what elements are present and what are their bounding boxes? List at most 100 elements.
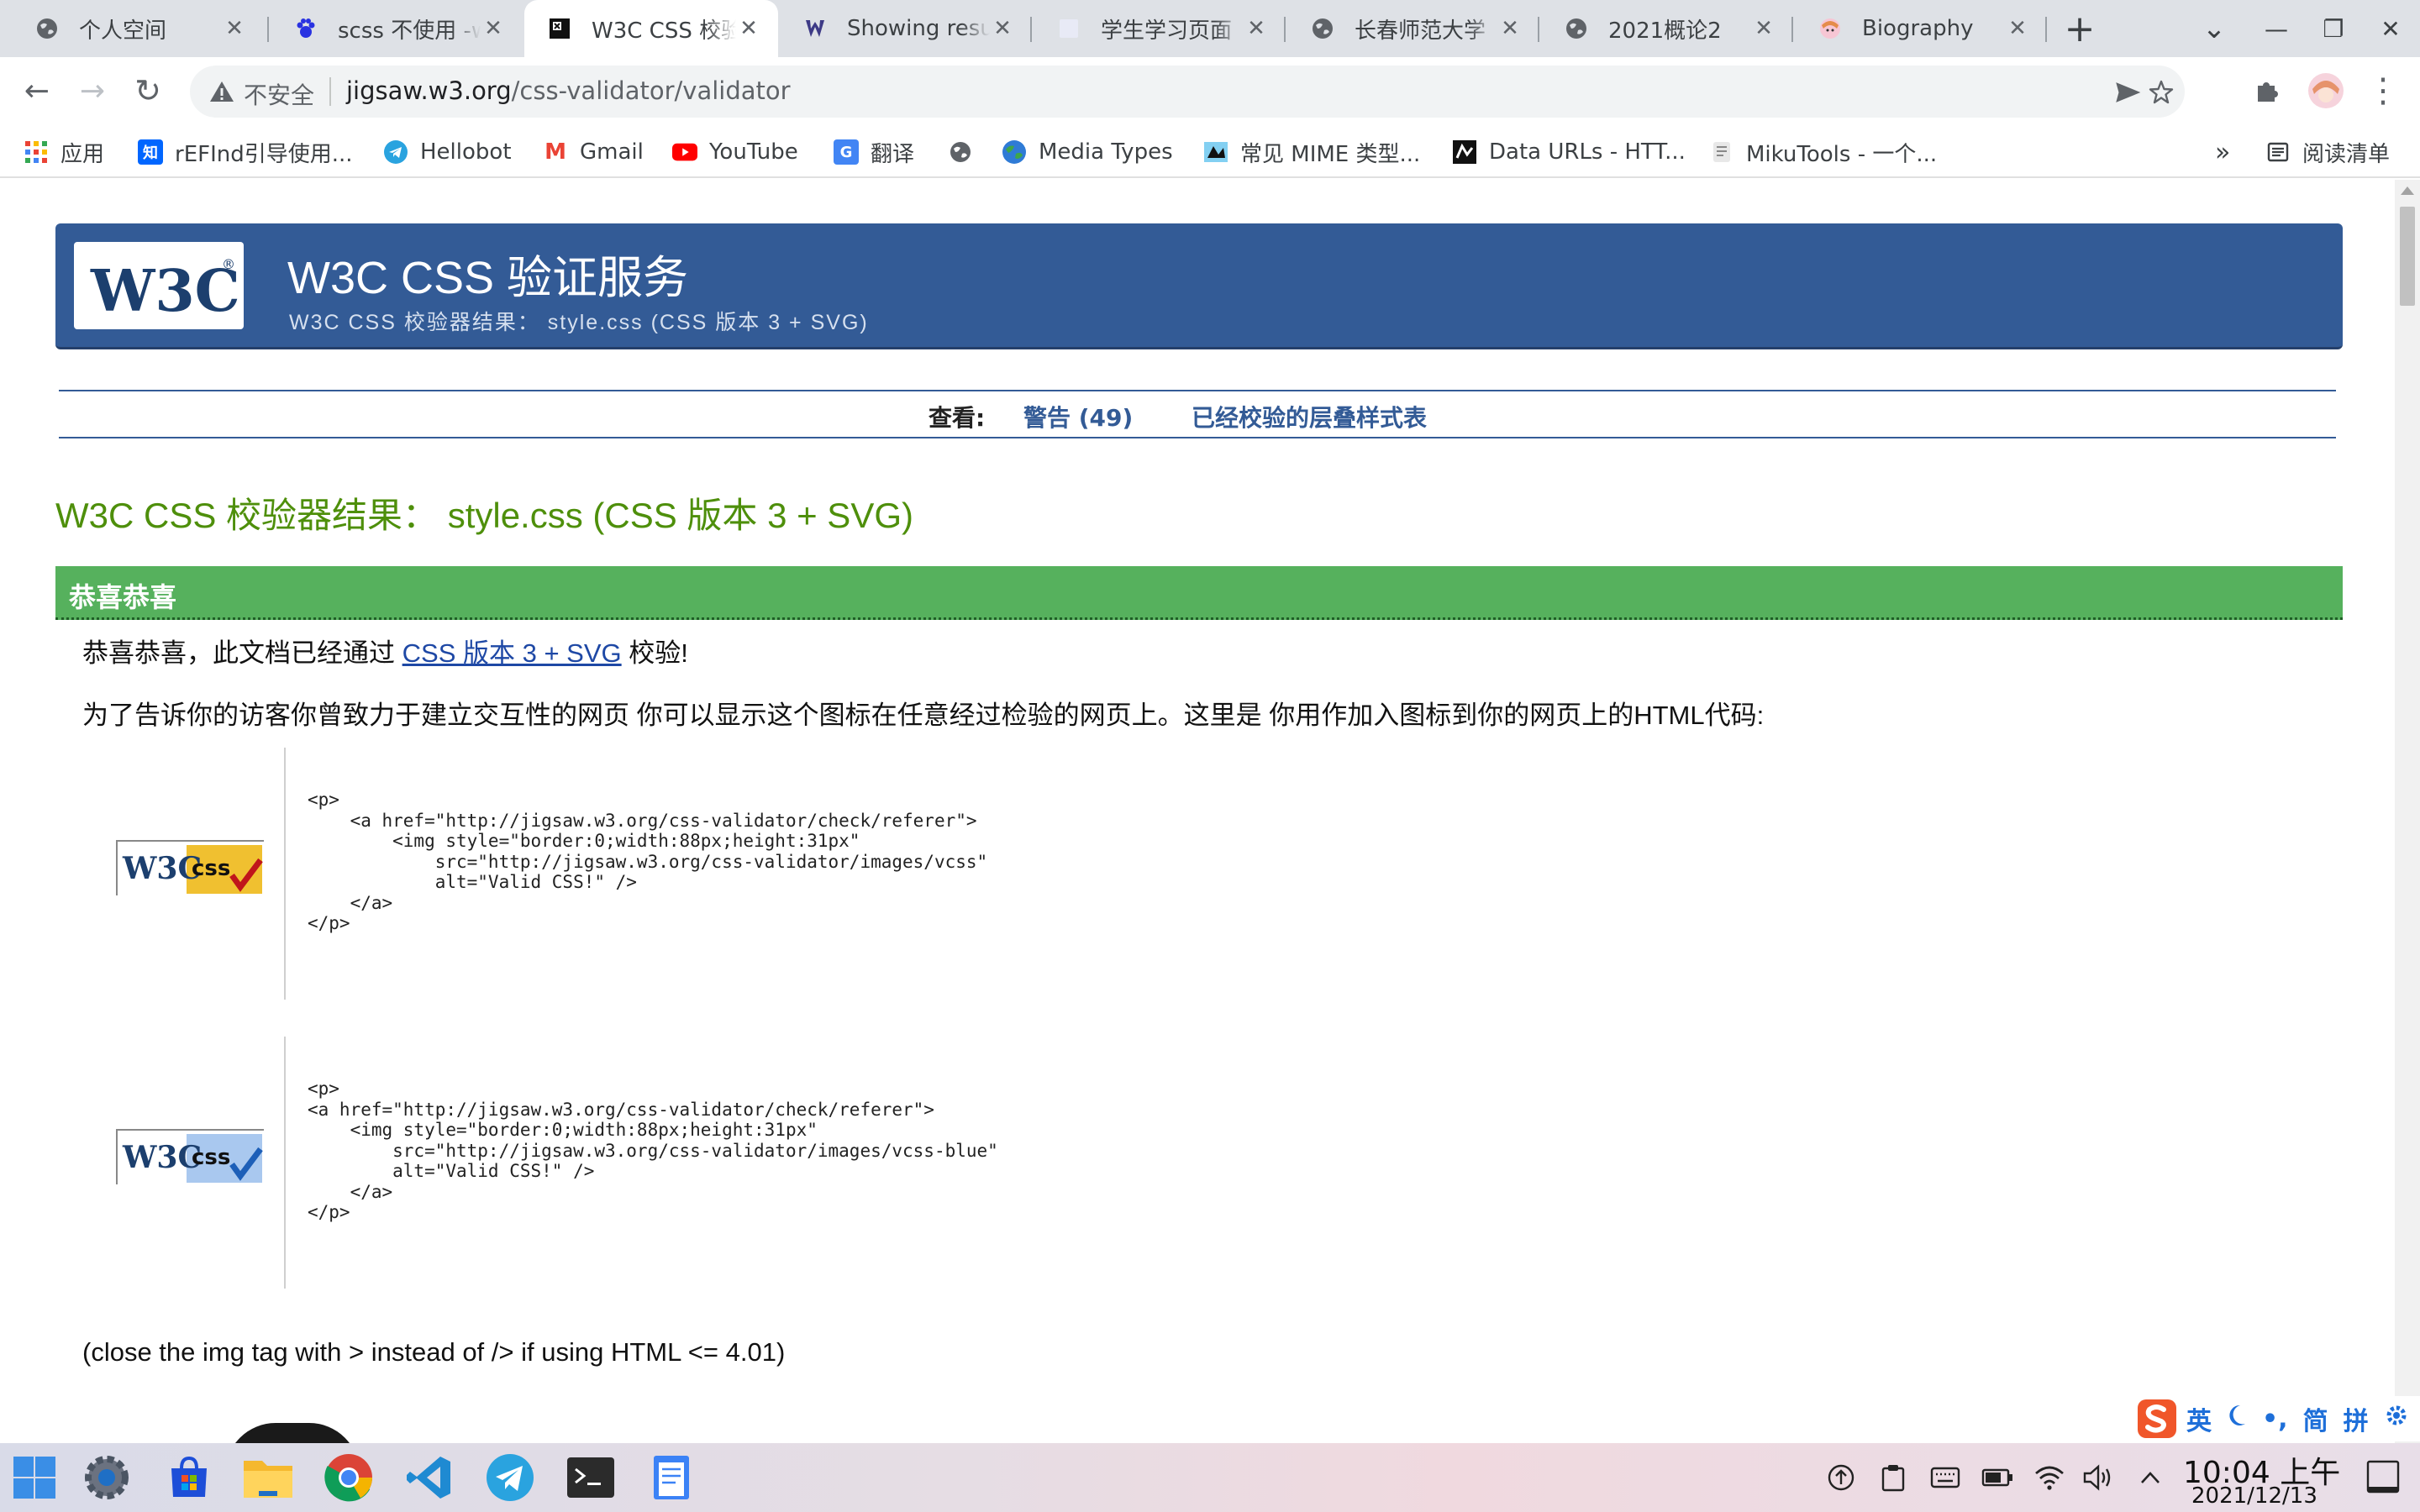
chrome-menu-button[interactable]: ⋮ — [2363, 71, 2403, 111]
tab-separator — [267, 17, 269, 42]
extensions-puzzle-icon[interactable] — [2247, 71, 2287, 111]
reading-list-button[interactable]: 阅读清单 — [2265, 136, 2390, 168]
warnings-link[interactable]: 警告 (49) — [1023, 400, 1133, 433]
restore-button[interactable]: ❐ — [2306, 0, 2361, 57]
ime-toolbar[interactable]: 英 •, 简 拼 — [2136, 1396, 2420, 1441]
browser-toolbar: ← → ↻ 不安全 jigsaw.w3.org/css-validator/va… — [0, 57, 2420, 126]
w3c-logo-registered: ® — [222, 256, 235, 272]
keyboard-icon[interactable] — [1929, 1462, 1961, 1494]
insecure-label[interactable]: 不安全 — [244, 77, 314, 111]
validated-css-link[interactable]: 已经校验的层叠样式表 — [1192, 400, 1427, 433]
reading-list-label: 阅读清单 — [2302, 141, 2391, 167]
bookmark-label: 翻译 — [871, 141, 915, 167]
url-text[interactable]: jigsaw.w3.org/css-validator/validator — [346, 76, 791, 105]
battery-icon[interactable] — [1981, 1462, 2013, 1494]
scrollbar-thumb[interactable] — [2400, 207, 2415, 306]
bookmark-gmail[interactable]: M Gmail — [543, 136, 644, 168]
bookmark-mime[interactable]: 常见 MIME 类型... — [1203, 136, 1420, 168]
back-button[interactable]: ← — [17, 71, 57, 111]
tab-1[interactable]: scss 不使用 -w ✕ — [271, 0, 523, 57]
bookmark-youtube[interactable]: YouTube — [672, 136, 798, 168]
moon-icon[interactable] — [2227, 1404, 2247, 1434]
bookmark-label: Data URLs - HTT... — [1489, 139, 1686, 165]
close-icon[interactable]: ✕ — [1751, 16, 1776, 41]
gear-icon[interactable] — [2384, 1403, 2409, 1435]
tab-3[interactable]: Showing resu ✕ — [780, 0, 1032, 57]
ime-simplified[interactable]: 简 — [2303, 1400, 2328, 1437]
tab-6[interactable]: 2021概论2 ✕ — [1541, 0, 1793, 57]
bookmark-media-types[interactable]: Media Types — [1002, 136, 1173, 168]
update-arrow-icon[interactable] — [1825, 1462, 1857, 1494]
forward-button[interactable]: → — [72, 71, 113, 111]
tab-2-active[interactable]: W3C CSS 校验 ✕ — [524, 0, 778, 57]
badge-snippet-gold: W3C css <p> <a href="http://jigsaw.w3.or… — [82, 748, 1595, 1000]
close-icon[interactable]: ✕ — [481, 16, 506, 41]
congrats-text-before: 恭喜恭喜，此文档已经通过 — [82, 638, 402, 668]
ime-language[interactable]: 英 — [2186, 1400, 2212, 1437]
warning-triangle-icon[interactable] — [208, 78, 235, 105]
valid-css-badge-gold[interactable]: W3C css — [116, 840, 266, 897]
bookmark-apps[interactable]: 应用 — [24, 136, 104, 168]
wifi-icon[interactable] — [2033, 1462, 2065, 1494]
bookmark-globe[interactable] — [948, 136, 985, 168]
valid-css-badge-blue[interactable]: W3C css — [116, 1129, 266, 1186]
minimize-button[interactable]: — — [2249, 0, 2304, 57]
bookmark-label: Gmail — [580, 139, 644, 165]
close-window-button[interactable]: ✕ — [2363, 0, 2418, 57]
tab-0[interactable]: 个人空间 ✕ — [12, 0, 264, 57]
notification-center-icon[interactable] — [2363, 1457, 2403, 1497]
send-to-device-icon[interactable] — [2112, 77, 2143, 108]
store-icon[interactable] — [161, 1450, 217, 1505]
os-taskbar: 10:04 上午 2021/12/13 — [0, 1443, 2420, 1512]
scroll-up-arrow-icon[interactable] — [2401, 186, 2414, 195]
new-tab-button[interactable]: + — [2052, 0, 2107, 57]
address-bar[interactable]: 不安全 jigsaw.w3.org/css-validator/validato… — [190, 66, 2185, 118]
badge-css-text: css — [192, 856, 230, 881]
bookmark-hellobot[interactable]: Hellobot — [383, 136, 512, 168]
page-scrollbar[interactable] — [2395, 180, 2420, 1443]
close-icon[interactable]: ✕ — [222, 16, 247, 41]
chrome-icon[interactable] — [321, 1450, 376, 1505]
bookmark-mikutools[interactable]: MikuTools - 一个... — [1709, 136, 1937, 168]
terminal-icon[interactable] — [563, 1450, 618, 1505]
tab-search-button[interactable]: ⌄ — [2186, 0, 2242, 57]
tab-4[interactable]: 学生学习页面 ✕ — [1034, 0, 1286, 57]
badge-w3c-text: W3C — [122, 1140, 202, 1175]
css-profile-link[interactable]: CSS 版本 3 + SVG — [402, 638, 622, 668]
bookmark-translate[interactable]: G 翻译 — [834, 136, 914, 168]
volume-icon[interactable] — [2082, 1462, 2114, 1494]
bookmark-label: rEFInd引导使用... — [175, 141, 353, 167]
congrats-text-after: 校验! — [621, 638, 688, 668]
result-heading: W3C CSS 校验器结果： style.css (CSS 版本 3 + SVG… — [55, 496, 913, 535]
service-title: W3C CSS 验证服务 — [287, 253, 689, 303]
congrats-header: 恭喜恭喜 — [55, 566, 2343, 620]
close-icon[interactable]: ✕ — [990, 16, 1015, 41]
tab-title: 长春师范大学 — [1355, 18, 1486, 44]
chevron-up-icon[interactable] — [2134, 1462, 2166, 1494]
clipboard-icon[interactable] — [1877, 1462, 1909, 1494]
vscode-icon[interactable] — [402, 1450, 457, 1505]
close-icon[interactable]: ✕ — [1497, 16, 1523, 41]
profile-avatar[interactable] — [2306, 71, 2346, 111]
page-icon — [1055, 15, 1082, 42]
close-icon[interactable]: ✕ — [2005, 16, 2030, 41]
ime-pinyin[interactable]: 拼 — [2344, 1400, 2369, 1437]
settings-gear-icon[interactable] — [79, 1450, 134, 1505]
reload-button[interactable]: ↻ — [128, 71, 168, 111]
bookmark-star-icon[interactable] — [2146, 77, 2176, 108]
start-menu-icon[interactable] — [7, 1450, 62, 1505]
clock-date[interactable]: 2021/12/13 — [2191, 1483, 2317, 1509]
notepad-icon[interactable] — [644, 1450, 699, 1505]
sogou-icon[interactable] — [2136, 1396, 2178, 1441]
file-explorer-icon[interactable] — [240, 1450, 296, 1505]
bookmark-refind[interactable]: 知 rEFInd引导使用... — [138, 136, 353, 168]
close-icon[interactable]: ✕ — [1244, 16, 1269, 41]
tab-5[interactable]: 长春师范大学 ✕ — [1287, 0, 1539, 57]
telegram-app-icon[interactable] — [482, 1450, 538, 1505]
tab-7[interactable]: Biography ✕ — [1795, 0, 2047, 57]
ime-punctuation[interactable]: •, — [2262, 1404, 2288, 1434]
close-icon[interactable]: ✕ — [736, 16, 761, 41]
bookmark-data-urls[interactable]: Data URLs - HTT... — [1452, 136, 1686, 168]
bookmarks-overflow-button[interactable]: » — [2215, 136, 2230, 168]
w3c-logo[interactable]: W3C ® — [74, 242, 244, 329]
